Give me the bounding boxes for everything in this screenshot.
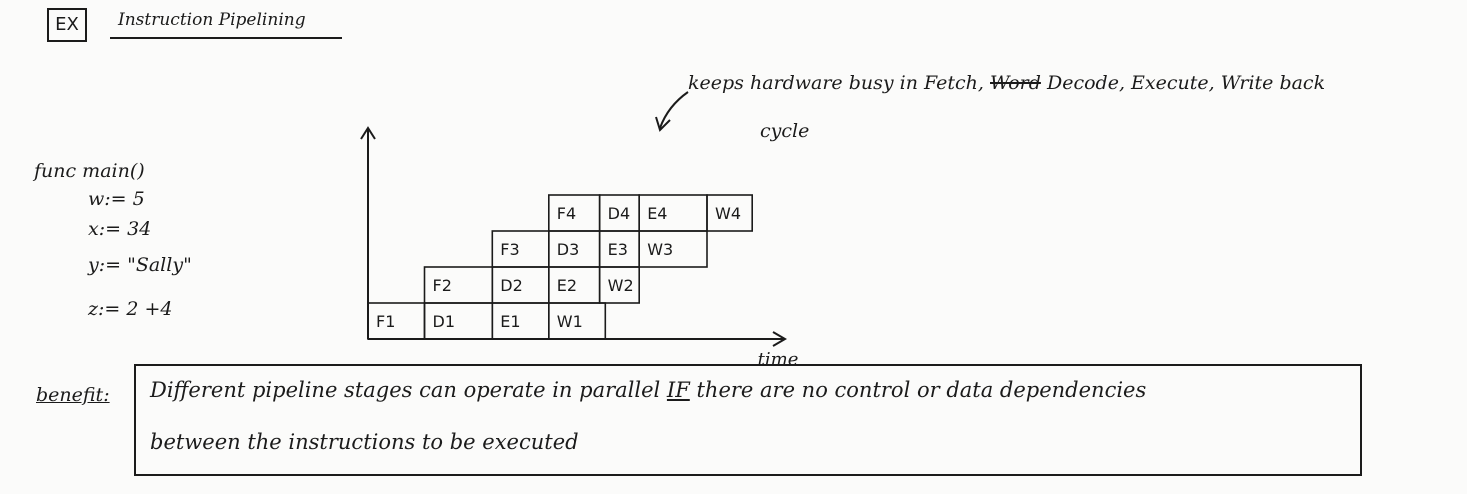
benefit-label: benefit:	[36, 384, 110, 406]
x-axis-label: time	[758, 349, 799, 365]
cell-label-e2: E2	[557, 276, 577, 295]
cell-label-e4: E4	[647, 204, 667, 223]
code-line-4: z:= 2 +4	[88, 298, 173, 320]
cell-label-f3: F3	[500, 240, 519, 259]
cell-label-e3: E3	[608, 240, 628, 259]
pipeline-cells: F1 D1 E1 W1 F2 D2 E2 W2 F3 D3 E3 W3 F4 D4 E4 W4	[367, 194, 754, 340]
cell-label-f1: F1	[376, 312, 395, 331]
cell-label-d3: D3	[557, 240, 580, 259]
ex-label: EX	[47, 8, 87, 42]
cell-label-d4: D4	[608, 204, 631, 223]
cell-label-f4: F4	[557, 204, 576, 223]
cell-label-f2: F2	[433, 276, 452, 295]
scribbled-word: Word	[990, 72, 1041, 94]
cell-label-w3: W3	[647, 240, 673, 259]
benefit-line1: Different pipeline stages can operate in…	[150, 378, 1146, 402]
cell-label-w2: W2	[608, 276, 634, 295]
benefit-line1-post: there are no control or data dependencie…	[696, 378, 1147, 402]
title-underline	[110, 37, 342, 39]
cell-label-e1: E1	[500, 312, 520, 331]
cell-label-w1: W1	[557, 312, 583, 331]
annotation-prefix: keeps hardware busy in Fetch,	[688, 72, 984, 94]
annotation-line1: keeps hardware busy in Fetch, Word Decod…	[688, 72, 1325, 94]
pipeline-chart: F1 D1 E1 W1 F2 D2 E2 W2 F3 D3 E3 W3 F4 D4 E4 W4 time	[360, 126, 799, 365]
page-title: Instruction Pipelining	[118, 10, 306, 30]
code-line-2: x:= 34	[88, 218, 152, 240]
code-line-3: y:= "Sally"	[88, 254, 192, 276]
cell-label-w4: W4	[715, 204, 741, 223]
benefit-line2: between the instructions to be executed	[150, 430, 579, 454]
cell-label-d1: D1	[433, 312, 456, 331]
code-func: func main()	[34, 160, 145, 182]
cell-label-d2: D2	[500, 276, 523, 295]
code-line-1: w:= 5	[88, 188, 145, 210]
benefit-line1-pre: Different pipeline stages can operate in…	[150, 378, 661, 402]
annotation-suffix: Decode, Execute, Write back	[1046, 72, 1326, 94]
benefit-if-word: IF	[666, 378, 690, 402]
